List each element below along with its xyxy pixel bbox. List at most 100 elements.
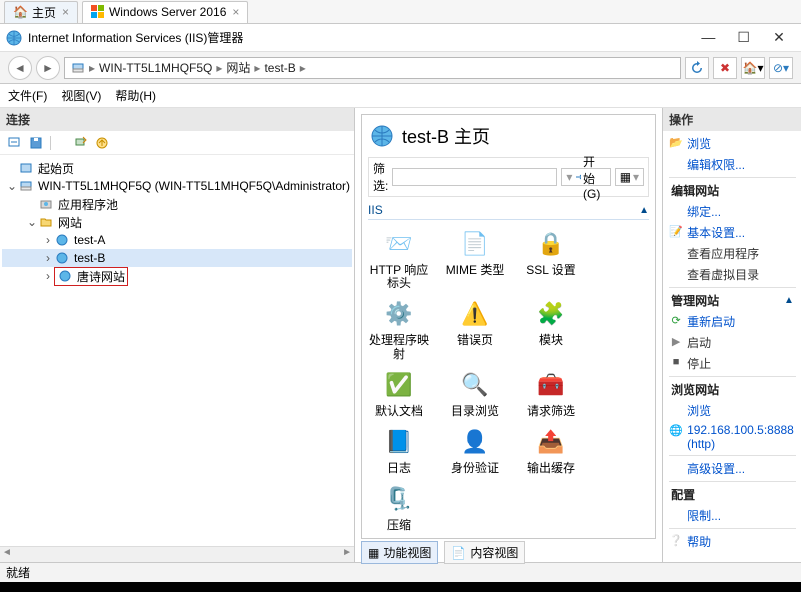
tab-home-label: 主页 xyxy=(32,4,56,21)
section-iis[interactable]: IIS ▲ xyxy=(368,201,649,220)
separator xyxy=(669,287,796,288)
action-basic-settings[interactable]: 📝基本设置... xyxy=(663,222,801,243)
content-view-icon: 📄 xyxy=(451,546,466,560)
tree-app-pools[interactable]: 应用程序池 xyxy=(2,195,352,213)
tree-start-page[interactable]: 起始页 xyxy=(2,159,352,177)
content-view-label: 内容视图 xyxy=(470,544,518,561)
action-explore[interactable]: 📂浏览 xyxy=(663,133,801,154)
separator xyxy=(669,376,796,377)
action-browse-url[interactable]: 🌐192.168.100.5:8888 (http) xyxy=(663,421,801,453)
feature-压缩[interactable]: 🗜️压缩 xyxy=(368,481,430,532)
home-button[interactable]: 🏠▾ xyxy=(741,57,765,79)
tree-server[interactable]: ⌄ WIN-TT5L1MHQF5Q (WIN-TT5L1MHQF5Q\Admin… xyxy=(2,177,352,195)
features-view-icon: ▦ xyxy=(368,546,379,560)
filter-input[interactable] xyxy=(392,168,557,186)
help-dropdown[interactable]: ⊘▾ xyxy=(769,57,793,79)
view-switch: ▦ 功能视图 📄 内容视图 xyxy=(361,539,656,566)
action-help[interactable]: ❔帮助 xyxy=(663,531,801,552)
collapse-icon[interactable]: ▲ xyxy=(784,295,794,306)
feature-label: 日志 xyxy=(387,462,411,475)
feature-label: 模块 xyxy=(539,334,563,347)
h-scrollbar[interactable] xyxy=(0,546,354,562)
feature-SSL-设置[interactable]: 🔒SSL 设置 xyxy=(520,226,582,290)
feature-HTTP-响应标头[interactable]: 📨HTTP 响应标头 xyxy=(368,226,430,290)
separator xyxy=(669,177,796,178)
feature-目录浏览[interactable]: 🔍目录浏览 xyxy=(444,367,506,418)
tree-sites[interactable]: ⌄ 网站 xyxy=(2,213,352,231)
feature-错误页[interactable]: ⚠️错误页 xyxy=(444,296,506,360)
menu-file[interactable]: 文件(F) xyxy=(8,87,47,104)
close-icon[interactable]: × xyxy=(232,5,239,19)
filter-go-button[interactable]: ▾ 开始(G) xyxy=(561,168,610,186)
connect-icon[interactable] xyxy=(6,135,22,151)
feature-处理程序映射[interactable]: ⚙️处理程序映射 xyxy=(368,296,430,360)
features-panel: test-B 主页 筛选: ▾ 开始(G) ▦▾ IIS ▲ 📨HTTP 响应标… xyxy=(355,108,662,562)
expand-icon[interactable]: › xyxy=(42,233,54,247)
feature-icon: 📨 xyxy=(381,226,417,262)
tab-content-view[interactable]: 📄 内容视图 xyxy=(444,541,525,564)
expand-icon[interactable]: ⌄ xyxy=(6,179,18,193)
stop-icon: ■ xyxy=(669,355,683,369)
refresh-button[interactable] xyxy=(685,57,709,79)
tab-features-view[interactable]: ▦ 功能视图 xyxy=(361,541,438,564)
view-options-button[interactable]: ▦▾ xyxy=(615,168,644,186)
menu-help[interactable]: 帮助(H) xyxy=(115,87,156,104)
window-controls: — ☐ ✕ xyxy=(692,29,795,46)
tab-home[interactable]: 🏠 主页 × xyxy=(4,1,78,23)
action-view-vdirs[interactable]: 查看虚拟目录 xyxy=(663,264,801,285)
tree-site-a[interactable]: › test-A xyxy=(2,231,352,249)
separator xyxy=(669,528,796,529)
action-stop[interactable]: ■停止 xyxy=(663,353,801,374)
feature-label: 请求筛选 xyxy=(527,405,575,418)
expand-icon[interactable]: ⌄ xyxy=(26,215,38,229)
feature-输出缓存[interactable]: 📤输出缓存 xyxy=(520,424,582,475)
feature-请求筛选[interactable]: 🧰请求筛选 xyxy=(520,367,582,418)
stop-button[interactable]: ✖ xyxy=(713,57,737,79)
close-icon[interactable]: × xyxy=(62,5,69,19)
actions-panel: 操作 📂浏览 编辑权限... 编辑网站 绑定... 📝基本设置... 查看应用程… xyxy=(662,108,801,562)
action-limits[interactable]: 限制... xyxy=(663,505,801,526)
close-button[interactable]: ✕ xyxy=(763,29,795,46)
breadcrumb-sep: ▸ xyxy=(216,61,222,75)
help-icon: ❔ xyxy=(669,533,683,547)
nav-forward-button[interactable]: ► xyxy=(36,56,60,80)
collapse-icon[interactable]: ▲ xyxy=(639,205,649,216)
save-icon[interactable] xyxy=(28,135,44,151)
feature-label: 错误页 xyxy=(457,334,493,347)
menu-view[interactable]: 视图(V) xyxy=(61,87,101,104)
breadcrumb[interactable]: ▸ WIN-TT5L1MHQF5Q ▸ 网站 ▸ test-B ▸ xyxy=(64,57,681,79)
breadcrumb-sites[interactable]: 网站 xyxy=(226,59,250,76)
delete-node-icon[interactable] xyxy=(72,135,88,151)
feature-日志[interactable]: 📘日志 xyxy=(368,424,430,475)
feature-默认文档[interactable]: ✅默认文档 xyxy=(368,367,430,418)
breadcrumb-sep: ▸ xyxy=(89,61,95,75)
action-advanced-settings[interactable]: 高级设置... xyxy=(663,458,801,479)
breadcrumb-server[interactable]: WIN-TT5L1MHQF5Q xyxy=(99,61,212,75)
server-icon xyxy=(71,61,85,75)
tree-site-tang[interactable]: › 唐诗网站 xyxy=(2,267,352,285)
up-level-icon[interactable] xyxy=(94,135,110,151)
feature-label: 默认文档 xyxy=(375,405,423,418)
expand-icon[interactable]: › xyxy=(42,251,54,265)
tab-server[interactable]: Windows Server 2016 × xyxy=(82,1,248,23)
nav-back-button[interactable]: ◄ xyxy=(8,56,32,80)
feature-MIME-类型[interactable]: 📄MIME 类型 xyxy=(444,226,506,290)
expand-icon[interactable]: › xyxy=(42,269,54,283)
action-restart[interactable]: ⟳重新启动 xyxy=(663,311,801,332)
minimize-button[interactable]: — xyxy=(692,29,724,45)
action-view-apps[interactable]: 查看应用程序 xyxy=(663,243,801,264)
feature-身份验证[interactable]: 👤身份验证 xyxy=(444,424,506,475)
tree-site-b[interactable]: › test-B xyxy=(2,249,352,267)
action-browse[interactable]: 浏览 xyxy=(663,400,801,421)
feature-icon-grid: 📨HTTP 响应标头📄MIME 类型🔒SSL 设置 ⚙️处理程序映射⚠️错误页🧩模… xyxy=(368,220,649,538)
separator xyxy=(50,136,66,150)
action-edit-permissions[interactable]: 编辑权限... xyxy=(663,154,801,175)
breadcrumb-site[interactable]: test-B xyxy=(264,61,295,75)
page-title: test-B 主页 xyxy=(402,123,490,149)
action-bindings[interactable]: 绑定... xyxy=(663,201,801,222)
maximize-button[interactable]: ☐ xyxy=(728,29,760,46)
home-icon: 🏠 xyxy=(13,5,28,19)
feature-模块[interactable]: 🧩模块 xyxy=(520,296,582,360)
action-start[interactable]: ▶启动 xyxy=(663,332,801,353)
section-config: 配置 xyxy=(663,484,801,505)
